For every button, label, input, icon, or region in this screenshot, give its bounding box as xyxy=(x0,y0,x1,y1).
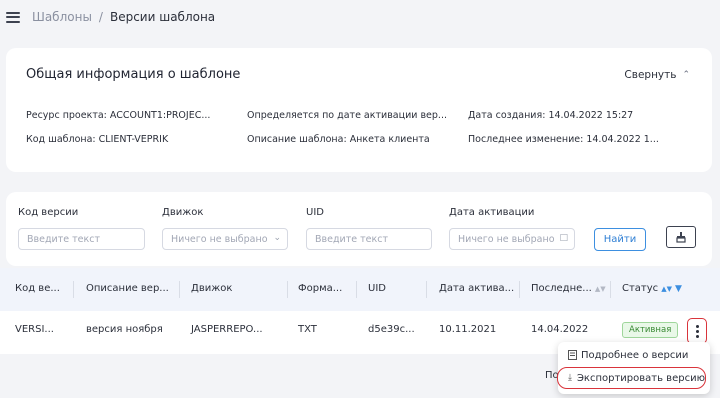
menu-icon[interactable] xyxy=(6,11,20,23)
info-project-resource: Ресурс проекта: ACCOUNT1:PROJEC... xyxy=(26,110,211,121)
calendar-icon: □ xyxy=(559,233,568,243)
status-badge: Активная xyxy=(622,322,679,338)
filter-uid-label: UID xyxy=(306,207,324,218)
info-template-description: Описание шаблона: Анкета клиента xyxy=(247,134,430,145)
collapse-button[interactable]: Свернуть ⌃ xyxy=(624,69,690,81)
collapse-label: Свернуть xyxy=(624,69,677,81)
filter-card: Код версии Введите текст Движок Ничего н… xyxy=(6,192,712,266)
info-title: Общая информация о шаблоне xyxy=(26,67,241,82)
header-last-modified[interactable]: Последне... ▲▼ xyxy=(531,283,606,294)
cell-description: версия ноября xyxy=(86,324,163,335)
document-icon xyxy=(567,350,577,360)
header-format[interactable]: Форма... xyxy=(298,283,342,294)
broom-icon xyxy=(676,232,686,243)
cell-code: VERSI... xyxy=(15,324,54,335)
info-created-date: Дата создания: 14.04.2022 15:27 xyxy=(468,110,634,121)
header-engine[interactable]: Движок xyxy=(191,283,232,294)
clear-filters-button[interactable] xyxy=(666,226,696,248)
version-code-input[interactable]: Введите текст xyxy=(18,228,145,250)
row-actions-button[interactable] xyxy=(687,318,707,344)
cell-format: TXT xyxy=(298,324,317,335)
menu-item-export-version[interactable]: ⤓ Экспортировать версию xyxy=(557,367,706,389)
find-button[interactable]: Найти xyxy=(594,228,646,251)
download-icon: ⤓ xyxy=(567,373,572,383)
column-divider xyxy=(519,281,520,298)
column-divider xyxy=(179,281,180,298)
chevron-up-icon: ⌃ xyxy=(682,70,690,80)
filter-activation-date-label: Дата активации xyxy=(449,207,535,218)
header-status[interactable]: Статус ▲▼ ▼ xyxy=(622,283,682,294)
menu-item-label: Подробнее о версии xyxy=(581,349,689,361)
filter-engine-label: Движок xyxy=(162,207,204,218)
info-activation-date-rule: Определяется по дате активации вер... xyxy=(247,110,447,121)
sort-icon[interactable]: ▲▼ xyxy=(661,285,672,293)
table-header: Код ве... Описание вер... Движок Форма..… xyxy=(0,268,720,311)
filter-version-code-label: Код версии xyxy=(18,207,79,218)
column-divider xyxy=(73,281,74,298)
header-description[interactable]: Описание вер... xyxy=(86,283,169,294)
activation-date-picker[interactable]: Ничего не выбрано □ xyxy=(449,228,575,250)
menu-item-label: Экспортировать версию xyxy=(576,372,705,384)
top-bar: Шаблоны / Версии шаблона xyxy=(0,0,720,34)
breadcrumb-current: Версии шаблона xyxy=(109,10,216,24)
cell-last-modified: 14.04.2022 xyxy=(531,324,589,335)
cell-engine: JASPERREPO... xyxy=(191,324,263,335)
chevron-down-icon: ⌄ xyxy=(273,233,281,243)
cell-activation-date: 10.11.2021 xyxy=(439,324,497,335)
engine-select[interactable]: Ничего не выбрано ⌄ xyxy=(162,228,288,250)
info-template-code: Код шаблона: CLIENT-VEPRIK xyxy=(26,134,169,145)
column-divider xyxy=(356,281,357,298)
column-divider xyxy=(610,281,611,298)
filter-icon[interactable]: ▼ xyxy=(675,284,682,294)
breadcrumb-separator: / xyxy=(98,10,103,24)
row-actions-menu: Подробнее о версии ⤓ Экспортировать верс… xyxy=(557,342,710,394)
column-divider xyxy=(287,281,288,298)
sort-icon[interactable]: ▲▼ xyxy=(595,285,606,293)
template-info-card: Общая информация о шаблоне Свернуть ⌃ Ре… xyxy=(6,48,712,172)
column-divider xyxy=(426,281,427,298)
header-activation-date[interactable]: Дата актива... xyxy=(439,283,514,294)
header-code[interactable]: Код ве... xyxy=(15,283,60,294)
menu-item-version-details[interactable]: Подробнее о версии xyxy=(558,344,710,366)
uid-input[interactable]: Введите текст xyxy=(306,228,432,250)
info-last-modified: Последнее изменение: 14.04.2022 1... xyxy=(468,134,659,145)
header-uid[interactable]: UID xyxy=(368,283,386,294)
breadcrumb-parent[interactable]: Шаблоны xyxy=(32,10,92,24)
cell-uid: d5e39c... xyxy=(368,324,415,335)
